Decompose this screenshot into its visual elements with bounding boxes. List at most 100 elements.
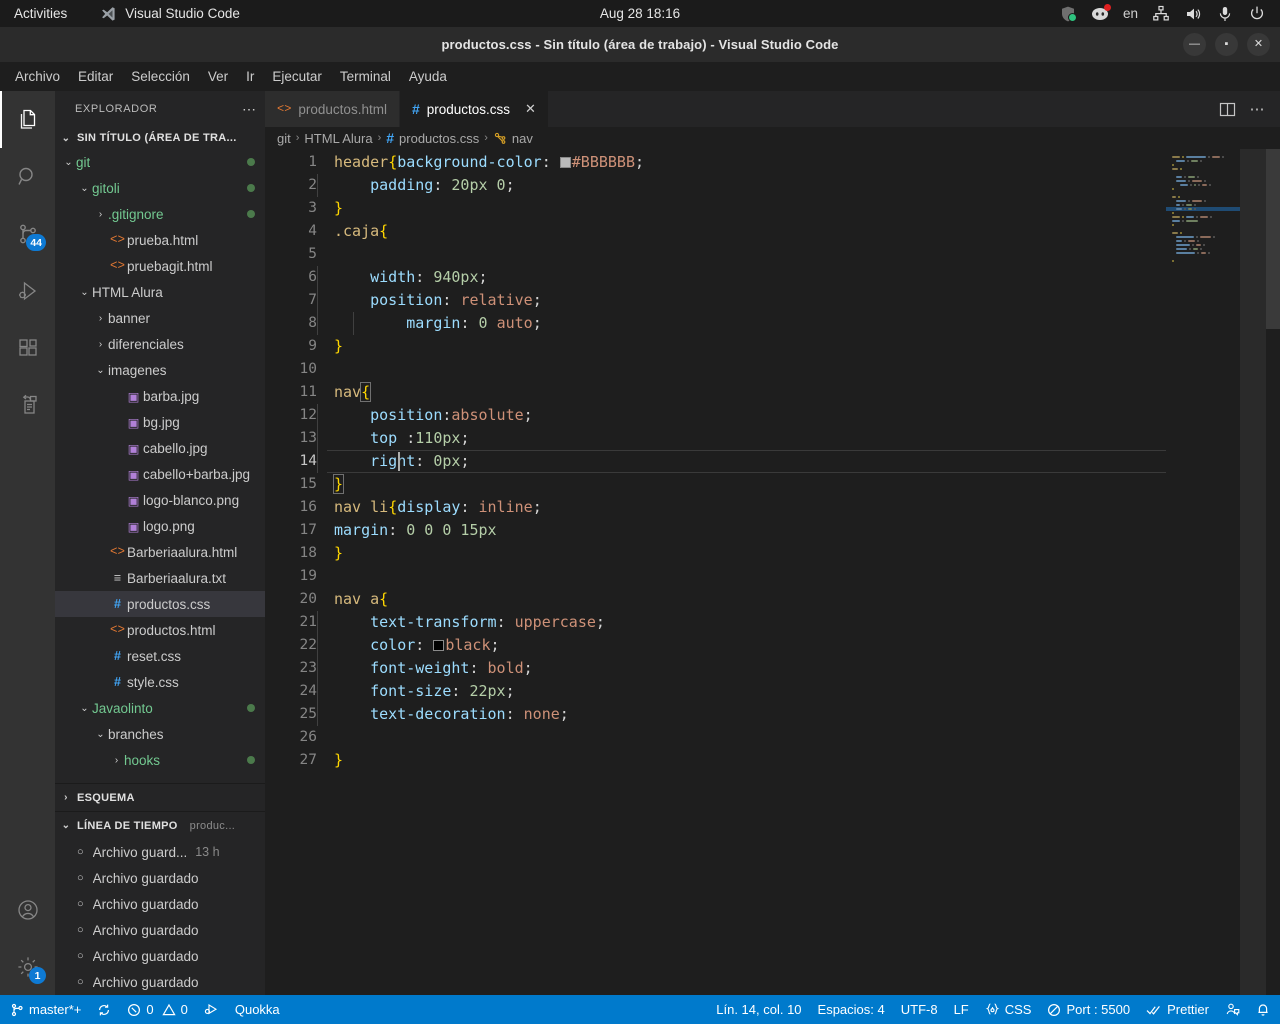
- code-line[interactable]: 16 nav li{display: inline;: [265, 496, 1166, 519]
- network-icon[interactable]: [1152, 5, 1170, 23]
- activity-manage-settings[interactable]: 1: [0, 938, 55, 995]
- code-line[interactable]: 13 top :110px;: [265, 427, 1166, 450]
- status-branch[interactable]: master*+: [2, 995, 89, 1024]
- close-button[interactable]: ✕: [1247, 33, 1270, 56]
- status-problems[interactable]: 0 0: [119, 995, 195, 1024]
- menu-terminal[interactable]: Terminal: [331, 66, 400, 87]
- status-indentation[interactable]: Espacios: 4: [810, 995, 893, 1024]
- tree-item[interactable]: ≡ Barberiaalura.txt: [55, 565, 265, 591]
- code-line[interactable]: 5: [265, 243, 1166, 266]
- code-line[interactable]: 6 width: 940px;: [265, 266, 1166, 289]
- code-line[interactable]: 18}: [265, 542, 1166, 565]
- tree-item[interactable]: <> prueba.html: [55, 227, 265, 253]
- status-language-mode[interactable]: CSS: [977, 995, 1040, 1024]
- volume-icon[interactable]: [1184, 5, 1202, 23]
- code-line[interactable]: 20 nav a{: [265, 588, 1166, 611]
- color-swatch[interactable]: [559, 157, 571, 168]
- code-line[interactable]: 3}: [265, 197, 1166, 220]
- menu-ejecutar[interactable]: Ejecutar: [263, 66, 331, 87]
- timeline-list[interactable]: ○ Archivo guard... 13 h ○ Archivo guardado ○ A…: [55, 839, 265, 995]
- activity-source-control[interactable]: 44: [0, 205, 55, 262]
- code-line[interactable]: 4 .caja{: [265, 220, 1166, 243]
- tree-item[interactable]: <> Barberiaalura.html: [55, 539, 265, 565]
- maximize-button[interactable]: ▪: [1215, 33, 1238, 56]
- close-icon[interactable]: ✕: [525, 101, 536, 117]
- code-line[interactable]: 22 color: black;: [265, 634, 1166, 657]
- tree-item[interactable]: ▣ barba.jpg: [55, 383, 265, 409]
- tree-item[interactable]: ▣ bg.jpg: [55, 409, 265, 435]
- status-eol[interactable]: LF: [946, 995, 977, 1024]
- code-line[interactable]: 26: [265, 726, 1166, 749]
- activities-button[interactable]: Activities: [14, 6, 67, 21]
- tree-item[interactable]: ⌄ branches: [55, 721, 265, 747]
- menu-editar[interactable]: Editar: [69, 66, 122, 87]
- more-actions-icon[interactable]: ⋯: [1250, 100, 1267, 118]
- tree-item[interactable]: ▣ logo-blanco.png: [55, 487, 265, 513]
- tree-item[interactable]: <> productos.html: [55, 617, 265, 643]
- tree-item[interactable]: # reset.css: [55, 643, 265, 669]
- split-editor-icon[interactable]: [1219, 101, 1236, 118]
- status-sync[interactable]: [89, 995, 119, 1024]
- code-line[interactable]: 14 right: 0px;: [265, 450, 1166, 473]
- code-line[interactable]: 11 nav{: [265, 381, 1166, 404]
- code-line[interactable]: 7 position: relative;: [265, 289, 1166, 312]
- status-prettier[interactable]: Prettier: [1138, 995, 1217, 1024]
- minimize-button[interactable]: —: [1183, 33, 1206, 56]
- tree-item[interactable]: ⌄ Javaolinto: [55, 695, 265, 721]
- tree-item[interactable]: › .gitignore: [55, 201, 265, 227]
- code-line[interactable]: 23 font-weight: bold;: [265, 657, 1166, 680]
- discord-icon[interactable]: [1091, 3, 1111, 23]
- tree-item[interactable]: ⌄ imagenes: [55, 357, 265, 383]
- timeline-item[interactable]: ○ Archivo guardado: [55, 917, 265, 943]
- timeline-item[interactable]: ○ Archivo guardado: [55, 943, 265, 969]
- shield-icon[interactable]: [1059, 5, 1077, 23]
- code-line[interactable]: 24 font-size: 22px;: [265, 680, 1166, 703]
- code-line[interactable]: 21 text-transform: uppercase;: [265, 611, 1166, 634]
- code-line[interactable]: 12 position:absolute;: [265, 404, 1166, 427]
- menu-archivo[interactable]: Archivo: [6, 66, 69, 87]
- tab-productos-css[interactable]: # productos.css ✕: [399, 91, 549, 127]
- breadcrumb-item-file[interactable]: productos.css: [399, 131, 479, 146]
- tree-item[interactable]: › diferenciales: [55, 331, 265, 357]
- code-line[interactable]: 17 margin: 0 0 0 15px: [265, 519, 1166, 542]
- breadcrumb-item-folder[interactable]: HTML Alura: [304, 131, 372, 146]
- scrollbar-thumb[interactable]: [1266, 149, 1280, 329]
- power-icon[interactable]: [1248, 5, 1266, 23]
- tree-item[interactable]: › hooks: [55, 747, 265, 773]
- status-quokka[interactable]: Quokka: [227, 995, 288, 1024]
- menu-ver[interactable]: Ver: [199, 66, 237, 87]
- code-line[interactable]: 10: [265, 358, 1166, 381]
- menu-ir[interactable]: Ir: [237, 66, 263, 87]
- workspace-section-header[interactable]: ⌄ SIN TÍTULO (ÁREA DE TRA...: [55, 127, 265, 149]
- activity-remote-explorer[interactable]: [0, 376, 55, 433]
- timeline-item[interactable]: ○ Archivo guardado: [55, 865, 265, 891]
- status-cursor-position[interactable]: Lín. 14, col. 10: [708, 995, 809, 1024]
- tab-productos-html[interactable]: <> productos.html: [265, 91, 400, 127]
- code-line[interactable]: 2 padding: 20px 0;: [265, 174, 1166, 197]
- tree-item[interactable]: › banner: [55, 305, 265, 331]
- code-line[interactable]: 25 text-decoration: none;: [265, 703, 1166, 726]
- timeline-item[interactable]: ○ Archivo guardado: [55, 891, 265, 917]
- tree-item[interactable]: ▣ logo.png: [55, 513, 265, 539]
- color-swatch[interactable]: [433, 640, 445, 651]
- code-line[interactable]: 1 header{background-color: #BBBBBB;: [265, 151, 1166, 174]
- timeline-item[interactable]: ○ Archivo guardado: [55, 969, 265, 995]
- tree-item[interactable]: ⌄ git: [55, 149, 265, 175]
- code-line[interactable]: 9}: [265, 335, 1166, 358]
- activity-run-debug[interactable]: [0, 262, 55, 319]
- outline-section-header[interactable]: › ESQUEMA: [55, 783, 265, 811]
- status-encoding[interactable]: UTF-8: [893, 995, 946, 1024]
- tree-item[interactable]: <> pruebagit.html: [55, 253, 265, 279]
- code-line[interactable]: 8 margin: 0 auto;: [265, 312, 1166, 335]
- status-notifications[interactable]: [1248, 995, 1278, 1024]
- code-editor-area[interactable]: 1 header{background-color: #BBBBBB; 2 padd…: [265, 149, 1280, 995]
- breadcrumb-item-symbol[interactable]: nav: [512, 131, 533, 146]
- activity-accounts[interactable]: [0, 881, 55, 938]
- microphone-icon[interactable]: [1216, 5, 1234, 23]
- editor-scrollbar[interactable]: [1266, 149, 1280, 995]
- minimap-slider[interactable]: [1240, 149, 1266, 995]
- breadcrumb-item-git[interactable]: git: [277, 131, 291, 146]
- code-line[interactable]: 19: [265, 565, 1166, 588]
- sidebar-more-actions-icon[interactable]: ⋯: [242, 101, 257, 118]
- tree-item[interactable]: # productos.css: [55, 591, 265, 617]
